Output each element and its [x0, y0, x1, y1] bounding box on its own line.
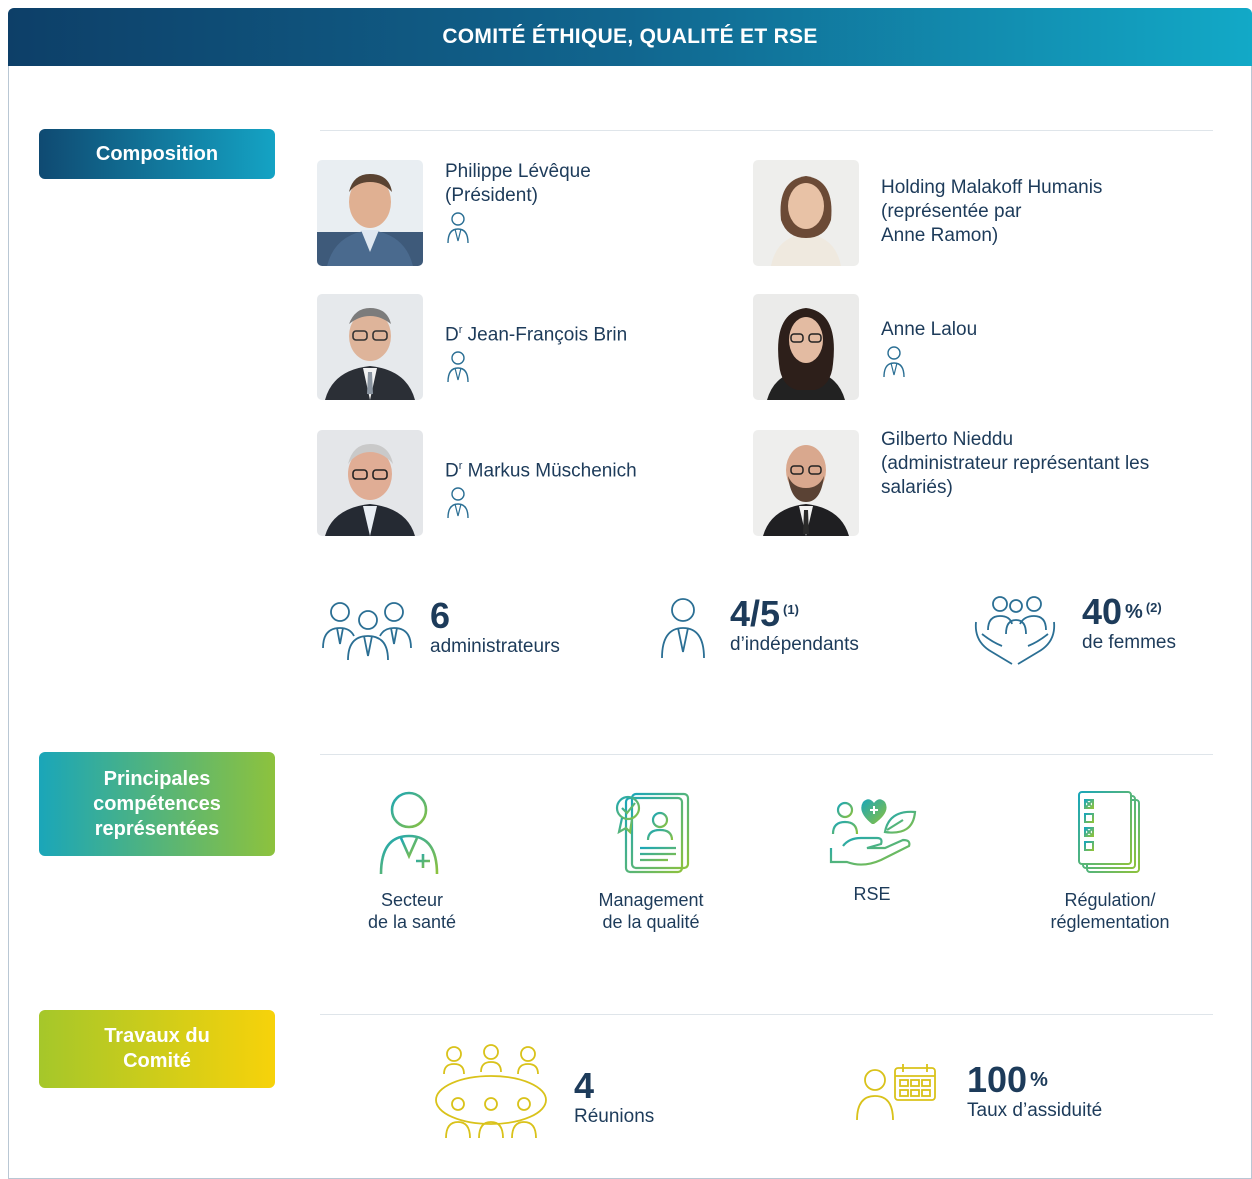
skill-label: Secteur de la santé: [367, 890, 457, 932]
member-card: Gilberto Nieddu (administrateur représen…: [753, 429, 1201, 536]
section-label-composition: Composition: [39, 129, 275, 179]
independent-person-icon: [447, 351, 469, 383]
independent-person-icon: [447, 487, 469, 519]
skills-label: Principales compétences représentées: [93, 767, 221, 840]
stat-value: 6: [430, 595, 451, 636]
member-photo: [317, 294, 423, 400]
skill-item: RSE: [762, 790, 982, 905]
divider-skills: [320, 754, 1213, 755]
skill-label: Régulation/ réglementation: [1050, 890, 1170, 932]
stat-label: de femmes: [1082, 632, 1176, 653]
committee-header: COMITÉ ÉTHIQUE, QUALITÉ ET RSE: [8, 8, 1252, 66]
independent-person-icon: [661, 598, 705, 659]
csr-hand-heart-leaf-icon: [829, 799, 917, 866]
member-card: Anne Lalou: [753, 294, 1201, 400]
group-of-people-icon: [322, 602, 412, 661]
divider-work: [320, 1014, 1213, 1015]
healthcare-professional-icon: [379, 791, 439, 875]
member-name: Dr Jean-François Brin: [445, 324, 628, 346]
member-photo: [753, 294, 859, 400]
member-role: (Président): [445, 185, 538, 206]
section-label-work: Travaux du Comité: [39, 1010, 275, 1088]
skill-item: Management de la qualité: [541, 790, 761, 933]
member-card: Dr Markus Müschenich: [317, 430, 765, 536]
skill-label: RSE: [853, 884, 891, 904]
stat-value: 4: [574, 1065, 595, 1106]
skill-label: Management de la qualité: [598, 890, 704, 932]
member-name: Holding Malakoff Humanis: [881, 177, 1103, 198]
person-calendar-icon: [856, 1064, 936, 1121]
independent-person-icon: [447, 212, 469, 244]
stat-value: 4/5 (1): [730, 593, 799, 634]
member-name: Philippe Lévêque: [445, 161, 591, 182]
independent-person-icon: [883, 346, 905, 378]
member-card: Dr Jean-François Brin: [317, 294, 765, 400]
member-role: (représentée par Anne Ramon): [881, 201, 1022, 246]
stat-independents: 4/5 (1) d’indépendants: [658, 596, 859, 660]
work-label: Travaux du Comité: [104, 1025, 210, 1072]
member-name: Dr Markus Müschenich: [445, 460, 637, 482]
member-card: Holding Malakoff Humanis (représentée pa…: [753, 160, 1201, 266]
stat-label: Réunions: [574, 1106, 655, 1127]
composition-label: Composition: [95, 142, 219, 165]
stat-value: 40% (2): [1082, 591, 1162, 632]
stat-value: 100%: [967, 1059, 1048, 1100]
skill-item: Régulation/ réglementation: [1000, 790, 1220, 933]
member-photo: [317, 160, 423, 266]
stat-label: Taux d’assiduité: [967, 1100, 1103, 1121]
divider-composition: [320, 130, 1213, 131]
stat-meetings: 4 Réunions: [432, 1042, 654, 1140]
stat-label: d’indépendants: [730, 634, 859, 655]
section-label-skills: Principales compétences représentées: [39, 752, 275, 856]
member-photo: [753, 430, 859, 536]
member-name: Anne Lalou: [881, 319, 978, 340]
regulation-checklist-icon: [1078, 791, 1140, 873]
member-card: Philippe Lévêque (Président): [317, 160, 765, 266]
member-photo: [753, 160, 859, 266]
stat-administrators: 6 administrateurs: [320, 598, 560, 662]
stat-attendance: 100% Taux d’assiduité: [855, 1060, 1102, 1124]
stat-women: 40% (2) de femmes: [972, 594, 1176, 666]
member-role: (administrateur représentant les salarié…: [881, 453, 1150, 498]
member-photo: [317, 430, 423, 536]
meeting-table-icon: [435, 1044, 547, 1139]
stat-label: administrateurs: [430, 636, 560, 657]
quality-certificate-icon: [615, 792, 690, 874]
caring-hands-people-icon: [974, 596, 1056, 665]
skill-item: Secteur de la santé: [302, 790, 522, 933]
committee-title: COMITÉ ÉTHIQUE, QUALITÉ ET RSE: [442, 25, 818, 48]
member-name: Gilberto Nieddu: [881, 429, 1014, 450]
